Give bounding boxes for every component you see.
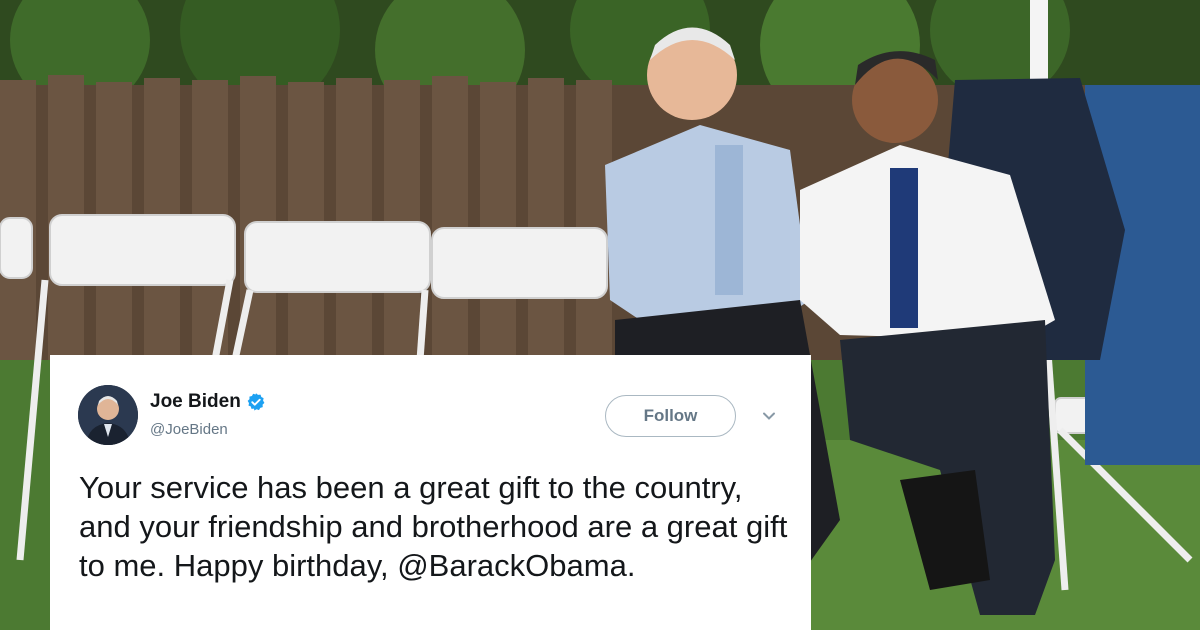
author-row: Joe Biden (150, 391, 266, 413)
avatar[interactable] (78, 385, 138, 445)
tweet-text-end: . (626, 548, 636, 583)
avatar-image (78, 385, 138, 445)
follow-button[interactable]: Follow (605, 395, 736, 437)
chevron-down-icon[interactable] (760, 407, 778, 425)
tweet-card: Joe Biden @JoeBiden Follow Your service … (50, 355, 811, 630)
author-handle[interactable]: @JoeBiden (150, 421, 228, 438)
mention-link[interactable]: @BarackObama (397, 548, 627, 583)
verified-badge-icon (247, 393, 265, 411)
author-name[interactable]: Joe Biden (150, 391, 241, 413)
tweet-text: Your service has been a great gift to th… (79, 468, 799, 585)
